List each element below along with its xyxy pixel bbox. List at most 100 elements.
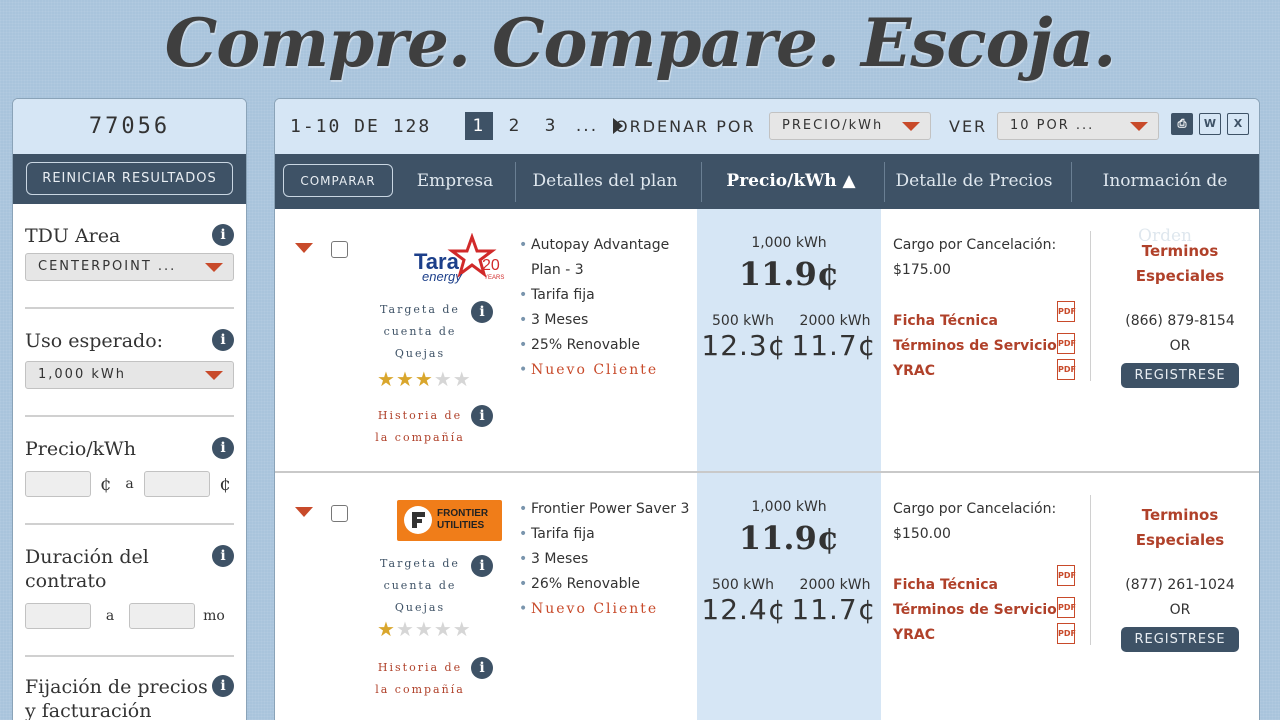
header-company[interactable]: Empresa <box>405 154 505 209</box>
terms-of-service-link[interactable]: Términos de Servicio <box>893 334 1083 359</box>
excel-export-icon[interactable]: X <box>1227 113 1249 135</box>
sort-select[interactable]: PRECIO/kWh <box>769 112 931 140</box>
rating-stars: ★ ★ ★ ★ ★ <box>377 369 471 389</box>
cancel-fee: Cargo por Cancelación: $150.00 <box>893 497 1073 547</box>
zip-code[interactable]: 77056 <box>13 99 246 154</box>
star-empty-icon: ★ <box>452 617 471 641</box>
price-1000-value: 11.9¢ <box>738 519 840 557</box>
info-icon[interactable]: i <box>212 675 234 697</box>
order-info: Terminos Especiales (866) 879-8154 OR RE… <box>1105 239 1255 388</box>
cancel-fee-label: Cargo por Cancelación: <box>893 501 1057 517</box>
divider <box>25 655 234 657</box>
compare-checkbox[interactable] <box>331 241 348 258</box>
header-divider <box>1071 162 1072 202</box>
price-min-input[interactable] <box>25 471 91 497</box>
tdu-select[interactable]: CENTERPOINT ... <box>25 253 234 281</box>
fact-sheet-link[interactable]: Ficha Técnica <box>893 573 1083 598</box>
terms-of-service-link[interactable]: Términos de Servicio <box>893 598 1083 623</box>
page-2[interactable]: 2 <box>501 112 529 140</box>
pdf-icon[interactable]: PDF <box>1057 623 1076 644</box>
plan-detail: 26% Renovable <box>519 572 694 597</box>
register-button[interactable]: REGISTRESE <box>1121 363 1239 388</box>
tdu-label: TDU Area <box>25 225 121 247</box>
print-icon[interactable]: ⎙ <box>1171 113 1193 135</box>
term-label-line2: contrato <box>25 570 107 592</box>
expand-row-icon[interactable] <box>295 507 313 517</box>
history-line: la compañía <box>375 683 465 696</box>
info-icon[interactable]: i <box>212 437 234 459</box>
page-more[interactable]: ... <box>573 112 601 140</box>
price-label: Precio/kWh <box>25 438 136 460</box>
complaints-line: Quejas <box>394 347 446 360</box>
info-icon[interactable]: i <box>212 224 234 246</box>
phone-number[interactable]: (866) 879-8154 <box>1105 309 1255 334</box>
sort-select-value: PRECIO/kWh <box>782 118 884 133</box>
special-terms-line2: Especiales <box>1135 531 1225 549</box>
reset-bar: REINICIAR RESULTADOS <box>13 154 246 204</box>
price-values: 1,000 kWh 11.9¢ 500 kWh 12.3¢ 2000 kWh 1… <box>697 209 881 471</box>
pdf-icon[interactable]: PDF <box>1057 333 1076 354</box>
reset-results-button[interactable]: REINICIAR RESULTADOS <box>26 162 233 195</box>
view-select-value: 10 POR ... <box>1010 118 1095 133</box>
price-max-input[interactable] <box>144 471 211 497</box>
yrac-link[interactable]: YRAC <box>893 359 1083 384</box>
pricing-filter: Fijación de precios y facturación i <box>13 675 246 720</box>
plan-detail: Tarifa fija <box>519 522 694 547</box>
usage-select[interactable]: 1,000 kWh <box>25 361 234 389</box>
compare-checkbox[interactable] <box>331 505 348 522</box>
info-icon[interactable]: i <box>471 555 493 577</box>
term-max-input[interactable] <box>129 603 195 629</box>
page-1[interactable]: 1 <box>465 112 493 140</box>
order-divider <box>1090 495 1091 645</box>
plan-details-list: Frontier Power Saver 3 Tarifa fija 3 Mes… <box>519 497 694 622</box>
yrac-link[interactable]: YRAC <box>893 623 1083 648</box>
pdf-icon[interactable]: PDF <box>1057 565 1076 586</box>
company-logo-tara[interactable]: Tara energy 20 YEARS <box>410 232 510 289</box>
usage-select-value: 1,000 kWh <box>38 367 126 382</box>
price-500-value: 12.4¢ <box>701 593 787 626</box>
compare-button[interactable]: COMPARAR <box>283 164 393 197</box>
register-button[interactable]: REGISTRESE <box>1121 627 1239 652</box>
price-500-value: 12.3¢ <box>701 329 787 362</box>
pdf-icon[interactable]: PDF <box>1057 597 1076 618</box>
header-plan-details[interactable]: Detalles del plan <box>520 154 690 209</box>
special-terms-link[interactable]: Terminos Especiales <box>1105 503 1255 553</box>
info-icon[interactable]: i <box>212 329 234 351</box>
info-icon[interactable]: i <box>471 405 493 427</box>
price-filter: Precio/kWh i ¢ a ¢ <box>13 437 246 497</box>
special-terms-link[interactable]: Terminos Especiales <box>1105 239 1255 289</box>
word-export-icon[interactable]: W <box>1199 113 1221 135</box>
logo-name: FRONTIER UTILITIES <box>437 508 489 531</box>
header-divider <box>884 162 885 202</box>
sort-label: ORDENAR POR <box>615 117 756 136</box>
info-icon[interactable]: i <box>471 301 493 323</box>
special-terms-line1: Terminos <box>1141 506 1219 524</box>
phone-number[interactable]: (877) 261-1024 <box>1105 573 1255 598</box>
fact-sheet-link[interactable]: Ficha Técnica <box>893 309 1083 334</box>
pdf-icon[interactable]: PDF <box>1057 359 1076 380</box>
view-select[interactable]: 10 POR ... <box>997 112 1159 140</box>
star-empty-icon: ★ <box>452 367 471 391</box>
hero-title: Compre. Compare. Escoja. <box>164 4 1117 82</box>
term-min-input[interactable] <box>25 603 91 629</box>
complaints-scorecard-link[interactable]: Targeta de cuenta de Quejas <box>365 299 475 365</box>
pdf-icon[interactable]: PDF <box>1057 301 1076 322</box>
complaints-scorecard-link[interactable]: Targeta de cuenta de Quejas <box>365 553 475 619</box>
usage-label: Uso esperado: <box>25 330 164 352</box>
term-range: a mo <box>25 603 234 629</box>
or-text: OR <box>1169 338 1191 354</box>
header-price-detail[interactable]: Detalle de Precios <box>887 154 1061 209</box>
header-price-kwh[interactable]: Precio/kWh ▲ <box>701 154 881 209</box>
expand-row-icon[interactable] <box>295 243 313 253</box>
header-divider <box>515 162 516 202</box>
info-icon[interactable]: i <box>471 657 493 679</box>
company-history-link[interactable]: Historia de la compañía <box>365 657 475 701</box>
company-logo-frontier[interactable]: FRONTIER UTILITIES <box>397 500 502 541</box>
cancel-fee: Cargo por Cancelación: $175.00 <box>893 233 1073 283</box>
company-history-link[interactable]: Historia de la compañía <box>365 405 475 449</box>
page-3[interactable]: 3 <box>537 112 565 140</box>
price-2000-value: 11.7¢ <box>791 593 877 626</box>
info-icon[interactable]: i <box>212 545 234 567</box>
document-links: Ficha Técnica Términos de Servicio YRAC <box>893 573 1083 648</box>
star-empty-icon: ★ <box>414 617 433 641</box>
